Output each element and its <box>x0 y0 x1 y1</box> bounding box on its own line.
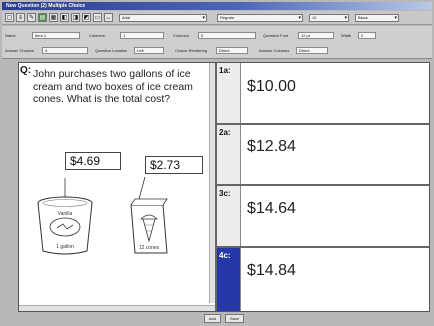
answer-tag: 1a: <box>217 63 241 123</box>
cone-count-label: 12 cones <box>139 245 160 251</box>
answer-value[interactable]: $14.84 <box>247 262 296 280</box>
tub-brand: Vanilla <box>58 211 73 217</box>
question-horizontal-scrollbar[interactable] <box>19 305 215 311</box>
answer-row-selected[interactable]: 4c: $14.84 <box>217 248 429 311</box>
columns-field[interactable]: 1 <box>120 31 164 39</box>
question-font-field[interactable]: 12 pt <box>298 31 334 39</box>
color-select[interactable]: Black <box>355 13 399 22</box>
answer-value[interactable]: $10.00 <box>247 78 296 96</box>
save-button[interactable]: Save <box>225 313 245 323</box>
answer-columns-label: Answer Columns <box>259 47 290 53</box>
question-tag: Q: <box>20 65 32 76</box>
answer-choices-label: Answer Choices <box>5 47 34 53</box>
answers-panel: 1a: $10.00 2a: $12.84 3c: $14.64 4c: $14… <box>217 63 429 311</box>
name-field[interactable]: Item 1 <box>32 31 80 39</box>
gallon-price-label: $4.69 <box>65 152 121 170</box>
add-button[interactable]: Add <box>203 313 221 323</box>
properties-row: Answer Choices 4 Question Location Left … <box>5 45 328 55</box>
answer-row[interactable]: 2a: $12.84 <box>217 125 429 186</box>
width-field[interactable]: 2 <box>358 31 376 39</box>
table-icon[interactable]: ▤ <box>38 13 47 22</box>
question-location-field[interactable]: Left <box>134 46 164 54</box>
align-center-icon[interactable]: ◩ <box>82 13 91 22</box>
choice-rendering-field[interactable]: Direct <box>216 46 248 54</box>
question-text[interactable]: John purchases two gallons of ice cream … <box>33 68 213 106</box>
grid-icon[interactable]: ▦ <box>49 13 58 22</box>
properties-panel: Name Item 1 Columns 1 Columns 0 Question… <box>2 26 432 59</box>
answer-tag: 3c: <box>217 186 241 246</box>
columns-field-2[interactable]: 0 <box>198 31 256 39</box>
answer-value[interactable]: $12.84 <box>247 138 296 156</box>
window-title: New Question (2) Multiple Choice <box>6 3 86 9</box>
list-icon[interactable]: ≡ <box>16 13 25 22</box>
cone-price-pointer <box>138 176 146 200</box>
answer-row[interactable]: 1a: $10.00 <box>217 63 429 125</box>
name-label: Name <box>5 32 16 38</box>
cone-price-label: $2.73 <box>145 156 203 174</box>
style-select[interactable]: Regular <box>217 13 303 22</box>
align-right-icon[interactable]: ◨ <box>71 13 80 22</box>
tub-size-label: 1 gallon <box>56 244 74 250</box>
edit-icon[interactable]: ✎ <box>27 13 36 22</box>
format-toolbar: ▢ ≡ ✎ ▤ ▦ ◧ ◨ ◩ ▭ ↔ Arial Regular 10 Bla… <box>2 11 432 25</box>
answer-tag: 4c: <box>217 248 241 311</box>
font-select[interactable]: Arial <box>119 13 207 22</box>
properties-row: Name Item 1 Columns 1 Columns 0 Question… <box>5 30 376 40</box>
size-select[interactable]: 10 <box>309 13 349 22</box>
new-icon[interactable]: ▢ <box>5 13 14 22</box>
columns-label-2: Columns <box>173 32 189 38</box>
question-vertical-scrollbar[interactable] <box>209 63 215 303</box>
answer-row[interactable]: 3c: $14.64 <box>217 186 429 248</box>
answer-choices-field[interactable]: 4 <box>42 46 88 54</box>
frame-icon[interactable]: ▭ <box>93 13 102 22</box>
resize-icon[interactable]: ↔ <box>104 13 113 22</box>
choice-rendering-label: Choice Rendering <box>175 47 208 53</box>
answer-columns-field[interactable]: Direct <box>296 46 328 54</box>
ice-cream-tub: Vanilla 1 gallon <box>37 196 93 255</box>
window-titlebar: New Question (2) Multiple Choice <box>2 2 432 10</box>
answer-tag: 2a: <box>217 125 241 184</box>
bottom-toolbar: Add Save <box>18 312 430 324</box>
question-font-label: Question Font <box>263 32 289 38</box>
cone-box: 12 cones <box>130 198 168 254</box>
width-label: Width <box>341 32 352 38</box>
answer-value[interactable]: $14.64 <box>247 200 296 218</box>
align-left-icon[interactable]: ◧ <box>60 13 69 22</box>
question-editor: Q: John purchases two gallons of ice cre… <box>18 62 430 312</box>
question-location-label: Question Location <box>95 47 128 53</box>
columns-label: Columns <box>89 32 105 38</box>
question-panel[interactable]: Q: John purchases two gallons of ice cre… <box>19 63 217 311</box>
